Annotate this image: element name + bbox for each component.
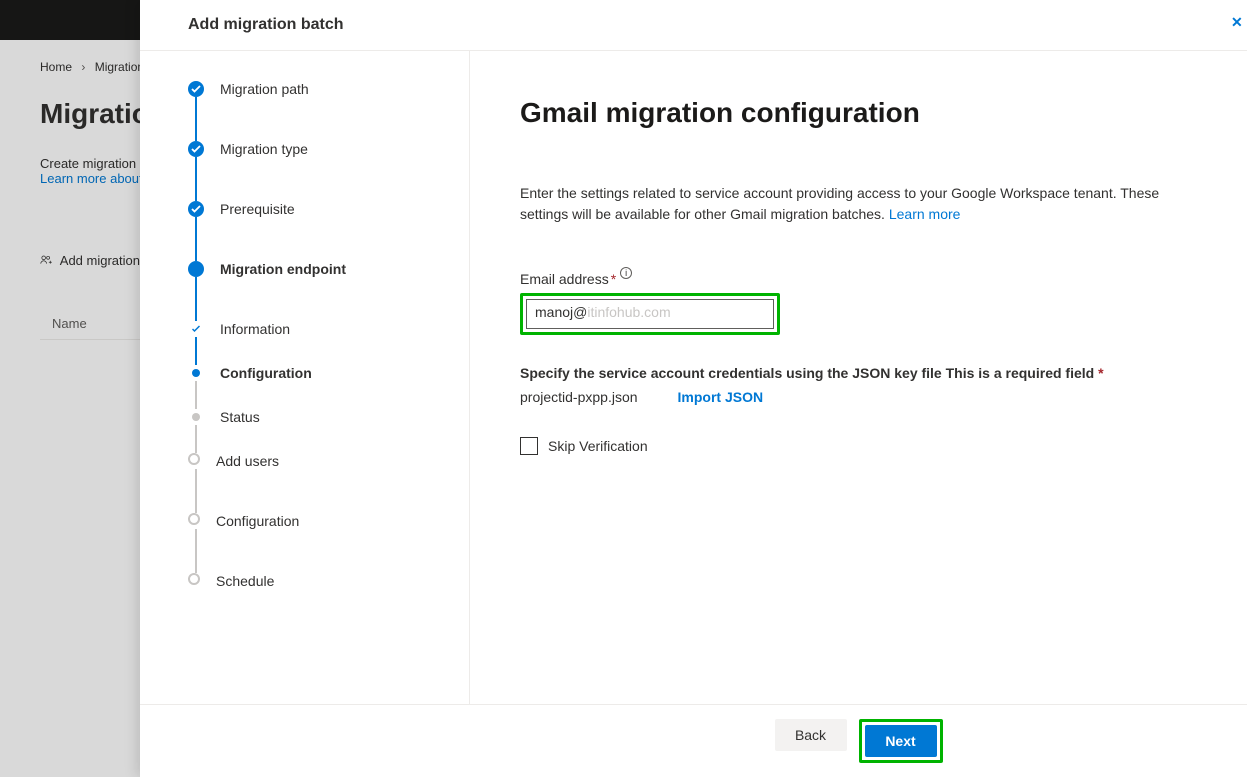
json-filename: projectid-pxpp.json xyxy=(520,389,638,405)
required-asterisk: * xyxy=(1098,365,1103,381)
panel-content: Gmail migration configuration Enter the … xyxy=(470,51,1247,704)
step-dot-icon xyxy=(192,413,200,421)
step-schedule[interactable]: Schedule xyxy=(188,573,449,633)
check-icon xyxy=(188,201,204,217)
step-label: Prerequisite xyxy=(220,201,295,217)
modal-overlay xyxy=(0,0,140,777)
step-label: Configuration xyxy=(216,513,299,529)
step-dot-icon xyxy=(188,261,204,277)
step-migration-path[interactable]: Migration path xyxy=(188,81,449,141)
step-label: Information xyxy=(220,321,290,337)
content-description: Enter the settings related to service ac… xyxy=(520,183,1203,225)
highlight-marker: manoj@itinfohub.com xyxy=(520,293,780,335)
step-connector xyxy=(195,277,197,321)
check-icon xyxy=(192,325,200,333)
info-icon[interactable]: i xyxy=(620,267,632,279)
step-connector xyxy=(195,425,197,453)
step-connector xyxy=(195,381,197,409)
next-button[interactable]: Next xyxy=(865,725,937,757)
step-label: Add users xyxy=(216,453,279,469)
learn-more-link[interactable]: Learn more xyxy=(889,206,961,222)
step-label: Schedule xyxy=(216,573,274,589)
panel-title: Add migration batch xyxy=(188,16,344,34)
step-configuration[interactable]: Configuration xyxy=(188,365,449,409)
step-configuration[interactable]: Configuration xyxy=(188,513,449,573)
back-button[interactable]: Back xyxy=(775,719,847,751)
close-icon[interactable]: ✕ xyxy=(1231,14,1243,26)
check-icon xyxy=(188,81,204,97)
content-title: Gmail migration configuration xyxy=(520,97,1203,129)
steps-sidebar: Migration path Migration type Prerequisite… xyxy=(140,51,470,704)
check-icon xyxy=(188,141,204,157)
step-dot-icon xyxy=(192,369,200,377)
step-connector xyxy=(195,217,197,261)
step-dot-icon xyxy=(188,453,200,465)
step-label: Configuration xyxy=(220,365,312,381)
step-connector xyxy=(195,529,197,573)
step-add-users[interactable]: Add users xyxy=(188,453,449,513)
step-label: Migration path xyxy=(220,81,309,97)
skip-verification-checkbox[interactable] xyxy=(520,437,538,455)
step-label: Migration type xyxy=(220,141,308,157)
step-prerequisite[interactable]: Prerequisite xyxy=(188,201,449,261)
step-connector xyxy=(195,469,197,513)
skip-verification-label: Skip Verification xyxy=(548,438,648,454)
highlight-marker: Next xyxy=(859,719,943,763)
step-connector xyxy=(195,97,197,141)
step-dot-icon xyxy=(188,513,200,525)
step-connector xyxy=(195,157,197,201)
required-asterisk: * xyxy=(611,271,616,287)
step-information[interactable]: Information xyxy=(188,321,449,365)
step-migration-type[interactable]: Migration type xyxy=(188,141,449,201)
step-label: Migration endpoint xyxy=(220,261,346,277)
step-label: Status xyxy=(220,409,260,425)
credentials-label: Specify the service account credentials … xyxy=(520,365,1203,381)
email-field[interactable]: manoj@itinfohub.com xyxy=(526,299,774,329)
panel-header: Add migration batch ✕ xyxy=(140,0,1247,51)
import-json-link[interactable]: Import JSON xyxy=(678,389,764,405)
panel-footer: Back Next xyxy=(140,704,1247,777)
email-label: Email address * i xyxy=(520,271,1203,287)
migration-panel: Add migration batch ✕ Migration pathMigr… xyxy=(140,0,1247,777)
step-dot-icon xyxy=(188,573,200,585)
step-migration-endpoint[interactable]: Migration endpoint xyxy=(188,261,449,321)
step-connector xyxy=(195,337,197,365)
step-status[interactable]: Status xyxy=(188,409,449,453)
